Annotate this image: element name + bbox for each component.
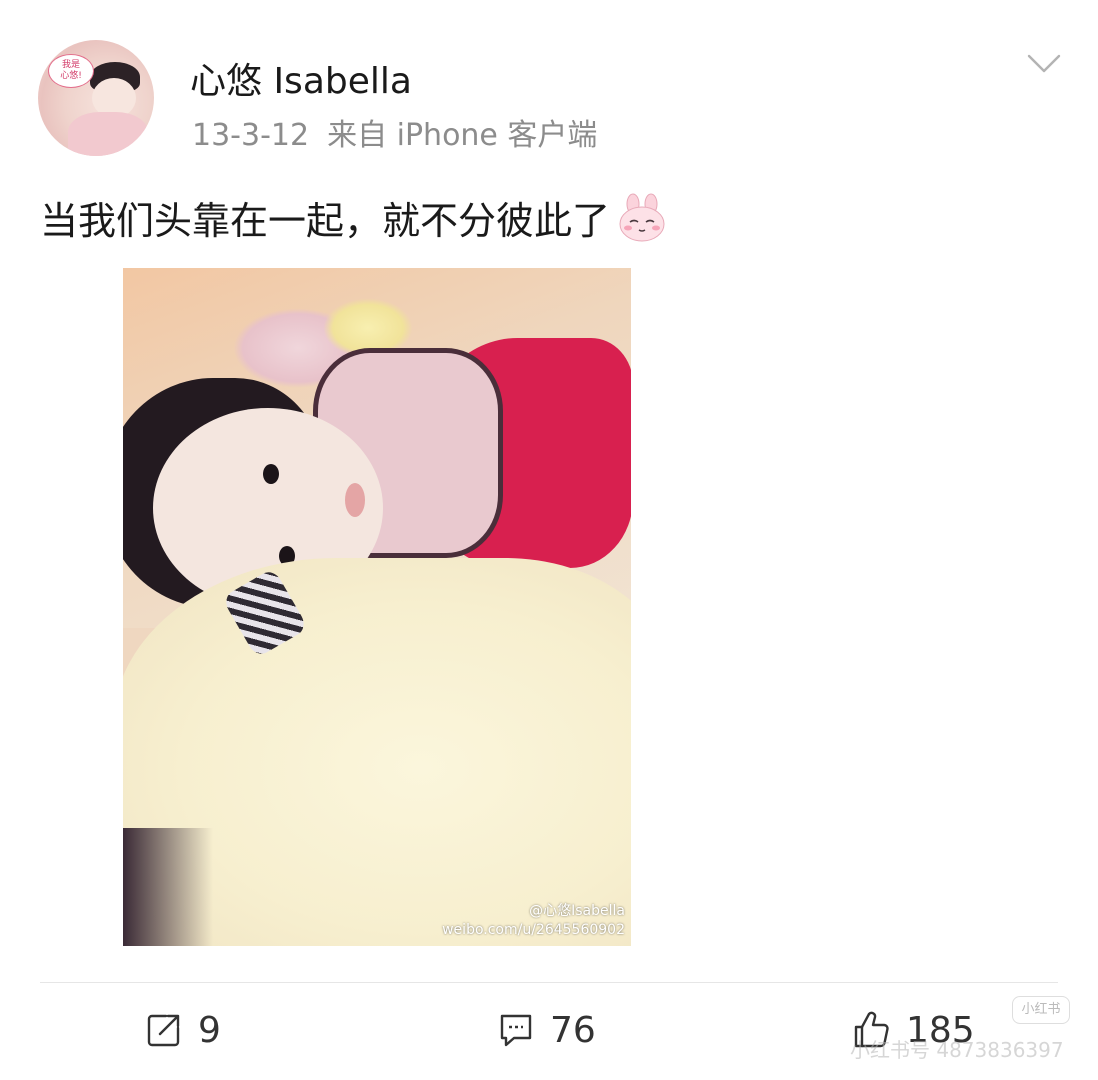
divider xyxy=(40,982,1058,983)
xiaohongshu-id-watermark: 小红书号 4873836397 xyxy=(850,1038,1064,1062)
photo-watermark: @心悠Isabella weibo.com/u/2645560902 xyxy=(442,902,625,940)
post-source: 来自 iPhone 客户端 xyxy=(327,118,598,153)
username[interactable]: 心悠 Isabella xyxy=(190,52,412,104)
xiaohongshu-badge: 小红书 xyxy=(1012,996,1070,1024)
avatar[interactable]: 我是 心悠! xyxy=(38,40,154,156)
comment-button[interactable]: 76 xyxy=(496,1006,596,1054)
post-text: 当我们头靠在一起，就不分彼此了 xyxy=(40,199,611,243)
comment-count: 76 xyxy=(550,1009,596,1051)
repost-button[interactable]: 9 xyxy=(144,1006,221,1054)
post-date: 13-3-12 xyxy=(192,118,310,153)
comment-icon xyxy=(500,1014,532,1047)
post-meta: 13-3-12 来自 iPhone 客户端 xyxy=(192,110,597,154)
chevron-down-icon[interactable] xyxy=(1026,52,1062,76)
photo-watermark-user: @心悠Isabella xyxy=(529,903,625,919)
bunny-emoji-icon xyxy=(619,193,665,241)
repost-icon xyxy=(147,1014,180,1047)
post-text-row: 当我们头靠在一起，就不分彼此了 xyxy=(40,190,668,245)
post-photo[interactable]: @心悠Isabella weibo.com/u/2645560902 xyxy=(123,268,631,946)
photo-watermark-url: weibo.com/u/2645560902 xyxy=(442,922,625,938)
repost-count: 9 xyxy=(198,1009,221,1051)
avatar-speech-bubble: 我是 心悠! xyxy=(48,54,94,88)
